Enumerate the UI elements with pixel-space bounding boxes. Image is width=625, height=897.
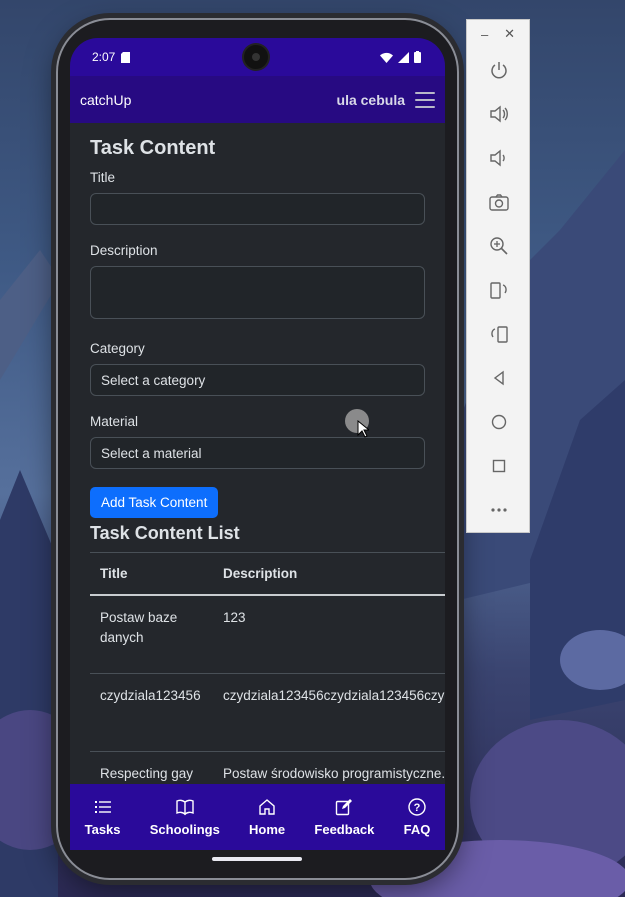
category-label: Category (90, 341, 145, 356)
list-icon (94, 800, 111, 813)
table-row[interactable]: Postaw baze danych 123 (90, 595, 445, 674)
nav-feedback[interactable]: Feedback (314, 798, 374, 837)
minimize-icon[interactable]: – (481, 27, 488, 42)
description-label: Description (90, 243, 158, 258)
battery-icon (414, 51, 421, 63)
nav-label: FAQ (403, 821, 431, 837)
description-textarea[interactable] (90, 266, 425, 319)
question-icon: ? (408, 797, 426, 816)
table-row[interactable]: czydziala123456 czydziala123456czydziala… (90, 673, 445, 752)
back-icon (493, 370, 504, 386)
camera-icon (489, 194, 509, 211)
mouse-cursor-icon (357, 420, 369, 438)
nav-label: Home (249, 821, 286, 837)
nav-tasks[interactable]: Tasks (85, 798, 121, 837)
close-icon[interactable]: ✕ (504, 26, 515, 42)
screenshot-button[interactable] (467, 180, 531, 224)
more-button[interactable] (467, 488, 531, 532)
svg-text:?: ? (414, 802, 421, 814)
emulator-window-controls: – ✕ (467, 20, 529, 48)
status-time: 2:07 (92, 50, 131, 64)
volume-up-icon (490, 105, 508, 123)
table-header-row: Title Description (90, 552, 445, 596)
cell-title: Postaw baze danych (90, 595, 213, 674)
title-label: Title (90, 170, 116, 185)
brand-link[interactable]: catchUp (80, 92, 131, 108)
sd-card-icon (121, 51, 131, 63)
task-content-list-title: Task Content List (90, 523, 240, 543)
zoom-icon (490, 237, 508, 255)
emulator-toolbar: – ✕ (466, 19, 530, 533)
rotate-left-button[interactable] (467, 268, 531, 312)
book-icon (176, 799, 194, 815)
overview-button[interactable] (467, 444, 531, 488)
cell-description: 123 (213, 595, 445, 674)
task-content-table: Title Description Postaw baze danych 123… (90, 552, 445, 785)
nav-schoolings[interactable]: Schoolings (150, 798, 220, 837)
hamburger-menu-icon[interactable] (415, 91, 435, 108)
edit-icon (336, 798, 353, 815)
power-button[interactable] (467, 48, 531, 92)
title-input[interactable] (90, 193, 425, 225)
page-title: Task Content (90, 137, 216, 159)
material-label: Material (90, 414, 139, 429)
zoom-button[interactable] (467, 224, 531, 268)
cell-title: czydziala123456 (90, 673, 213, 752)
nav-faq[interactable]: ? FAQ (403, 797, 431, 837)
category-select[interactable]: Select a category (90, 364, 425, 396)
wifi-icon (380, 52, 393, 63)
add-task-content-button[interactable]: Add Task Content (90, 487, 219, 518)
home-circle-icon (491, 414, 507, 430)
clock-text: 2:07 (92, 50, 116, 64)
phone-screen: 2:07 catchUp ula cebula Task Content Tit… (70, 38, 445, 850)
main-content: Task Content Title Description Category … (70, 123, 445, 785)
nav-label: Feedback (314, 821, 375, 837)
material-select[interactable]: Select a material (90, 437, 425, 469)
rotate-right-icon (491, 326, 508, 343)
volume-down-button[interactable] (467, 136, 531, 180)
signal-icon (398, 51, 409, 63)
cell-description: czydziala123456czydziala123456czydziala (213, 673, 445, 752)
nav-label: Tasks (84, 821, 121, 837)
more-icon (491, 508, 507, 512)
back-button[interactable] (467, 356, 531, 400)
home-icon (259, 798, 275, 815)
column-header-title: Title (90, 552, 213, 596)
volume-down-icon (490, 149, 505, 167)
volume-up-button[interactable] (467, 92, 531, 136)
rotate-left-icon (490, 282, 507, 299)
power-icon (491, 62, 507, 79)
overview-icon (492, 459, 506, 473)
table-row[interactable]: Respecting gay people Postaw środowisko … (90, 751, 445, 785)
status-icons (380, 51, 421, 63)
cell-description: Postaw środowisko programistyczne. (213, 751, 445, 785)
front-camera (244, 45, 268, 69)
cell-title: Respecting gay people (90, 751, 213, 785)
user-name[interactable]: ula cebula (337, 92, 405, 108)
bottom-navigation: Tasks Schoolings Home Feedback ? FAQ (70, 784, 445, 850)
status-bar: 2:07 (70, 38, 445, 76)
column-header-description: Description (213, 552, 445, 596)
app-navbar: catchUp ula cebula (70, 76, 445, 123)
gesture-home-bar[interactable] (212, 857, 302, 861)
rotate-right-button[interactable] (467, 312, 531, 356)
nav-label: Schoolings (149, 821, 220, 837)
nav-home[interactable]: Home (249, 798, 285, 837)
home-button[interactable] (467, 400, 531, 444)
